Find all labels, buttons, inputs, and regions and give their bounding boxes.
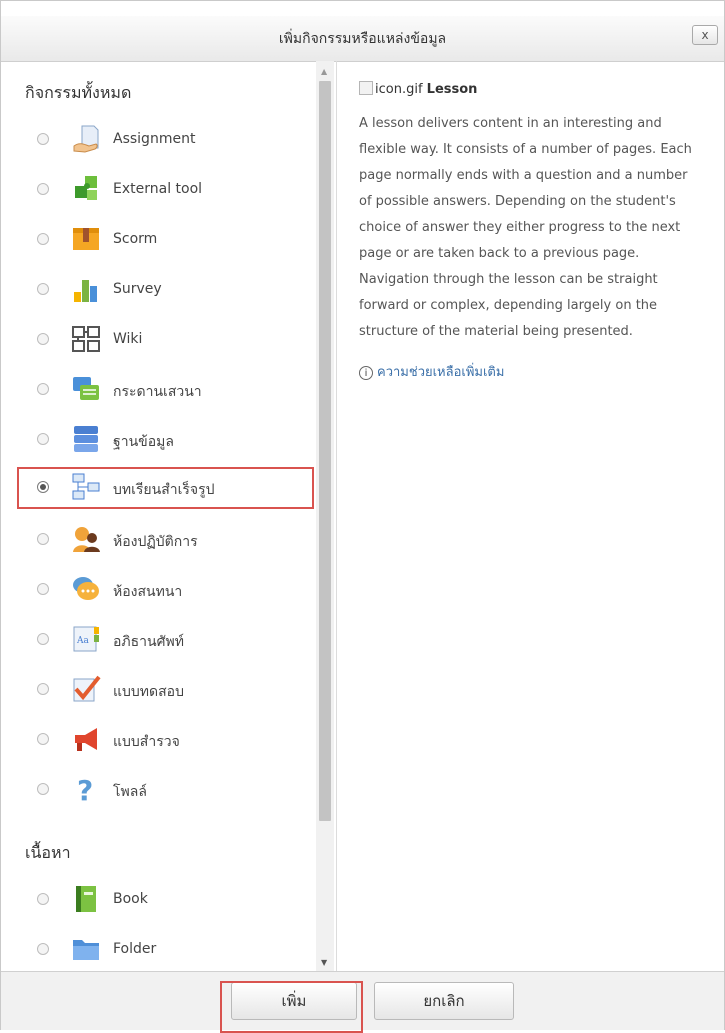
option-glossary[interactable]: Aa อภิธานศัพท์ [11, 619, 316, 661]
radio-button[interactable] [37, 733, 49, 745]
option-survey[interactable]: Survey [11, 269, 316, 311]
folder-icon [73, 940, 99, 960]
scroll-down-arrow-icon[interactable]: ▼ [321, 958, 327, 967]
radio-button[interactable] [37, 481, 49, 493]
more-help-link[interactable]: i ความช่วยเหลือเพิ่มเติม [359, 361, 704, 382]
svg-text:Aa: Aa [76, 636, 89, 646]
option-book[interactable]: Book [11, 879, 316, 921]
option-label: บทเรียนสำเร็จรูป [113, 482, 215, 498]
radio-button[interactable] [37, 283, 49, 295]
option-scorm[interactable]: Scorm [11, 219, 316, 261]
close-button[interactable]: x [692, 25, 718, 45]
option-assignment[interactable]: Assignment [11, 119, 316, 161]
option-label: Assignment [113, 131, 196, 147]
database-icon [74, 426, 98, 452]
wiki-icon [72, 326, 100, 352]
option-forum[interactable]: กระดานเสวนา [11, 369, 316, 411]
option-quiz[interactable]: แบบทดสอบ [11, 669, 316, 711]
option-workshop[interactable]: ห้องปฏิบัติการ [11, 519, 316, 561]
radio-button[interactable] [37, 633, 49, 645]
description-heading: icon.gif Lesson [359, 81, 704, 97]
module-description-panel: icon.gif Lesson A lesson delivers conten… [359, 81, 704, 382]
scorm-package-icon [73, 228, 99, 250]
lesson-icon [72, 473, 100, 500]
option-chat[interactable]: ห้องสนทนา [11, 569, 316, 611]
svg-text:?: ? [77, 774, 93, 804]
option-label: ฐานข้อมูล [113, 434, 174, 450]
more-help-label[interactable]: ความช่วยเหลือเพิ่มเติม [377, 365, 504, 380]
chat-icon [73, 577, 99, 600]
radio-button[interactable] [37, 433, 49, 445]
option-label: External tool [113, 181, 203, 197]
radio-button[interactable] [37, 333, 49, 345]
image-alt-text: icon.gif [375, 82, 423, 97]
info-icon: i [359, 366, 373, 380]
radio-button[interactable] [37, 383, 49, 395]
scroll-thumb[interactable] [319, 81, 331, 821]
scroll-up-arrow-icon[interactable]: ▲ [321, 67, 327, 76]
radio-button[interactable] [37, 943, 49, 955]
description-title: Lesson [426, 82, 478, 97]
megaphone-icon [75, 728, 97, 751]
option-label: Scorm [113, 231, 158, 247]
glossary-icon: Aa [73, 626, 99, 652]
bar-chart-icon [74, 280, 97, 302]
option-label: Folder [113, 941, 157, 957]
radio-button[interactable] [37, 783, 49, 795]
cancel-button[interactable]: ยกเลิก [374, 982, 514, 1020]
description-text: A lesson delivers content in an interest… [359, 116, 692, 339]
option-folder[interactable]: Folder [11, 929, 316, 971]
add-activity-dialog: เพิ่มกิจกรรมหรือแหล่งข้อมูล x กิจกรรมทั้… [0, 0, 725, 1033]
radio-button[interactable] [37, 583, 49, 595]
option-lesson[interactable]: บทเรียนสำเร็จรูป [17, 467, 314, 509]
radio-button[interactable] [37, 133, 49, 145]
option-feedback[interactable]: แบบสำรวจ [11, 719, 316, 761]
dialog-header: เพิ่มกิจกรรมหรือแหล่งข้อมูล x [1, 16, 724, 62]
list-scrollbar[interactable]: ▲ ▼ [316, 61, 334, 971]
add-button-highlight [220, 981, 363, 1033]
option-external-tool[interactable]: External tool [11, 169, 316, 211]
section-label-resources: เนื้อหา [25, 843, 71, 862]
radio-button[interactable] [37, 233, 49, 245]
question-mark-icon: ? [77, 774, 93, 804]
puzzle-icon [75, 176, 97, 200]
assignment-icon [73, 125, 99, 153]
radio-button[interactable] [37, 183, 49, 195]
option-label: Wiki [113, 331, 143, 347]
option-label: ห้องปฏิบัติการ [113, 534, 198, 550]
option-label: Survey [113, 281, 162, 297]
workshop-icon [73, 527, 100, 552]
quiz-icon [73, 675, 101, 702]
forum-icon [73, 377, 99, 400]
book-icon [76, 886, 96, 912]
activity-chooser-list[interactable]: กิจกรรมทั้งหมด Assignment External tool [11, 61, 337, 971]
option-label: โพลล์ [113, 784, 147, 800]
broken-image-icon [359, 81, 373, 95]
option-label: แบบสำรวจ [113, 734, 180, 750]
option-database[interactable]: ฐานข้อมูล [11, 419, 316, 461]
option-wiki[interactable]: Wiki [11, 319, 316, 361]
radio-button[interactable] [37, 893, 49, 905]
radio-button[interactable] [37, 533, 49, 545]
option-label: อภิธานศัพท์ [113, 634, 184, 650]
section-label-activities: กิจกรรมทั้งหมด [25, 83, 132, 102]
option-label: Book [113, 891, 148, 907]
option-label: ห้องสนทนา [113, 584, 183, 600]
option-label: แบบทดสอบ [113, 684, 184, 700]
radio-button[interactable] [37, 683, 49, 695]
option-label: กระดานเสวนา [113, 384, 202, 400]
option-choice[interactable]: ? โพลล์ [11, 769, 316, 811]
dialog-title: เพิ่มกิจกรรมหรือแหล่งข้อมูล [278, 31, 447, 47]
